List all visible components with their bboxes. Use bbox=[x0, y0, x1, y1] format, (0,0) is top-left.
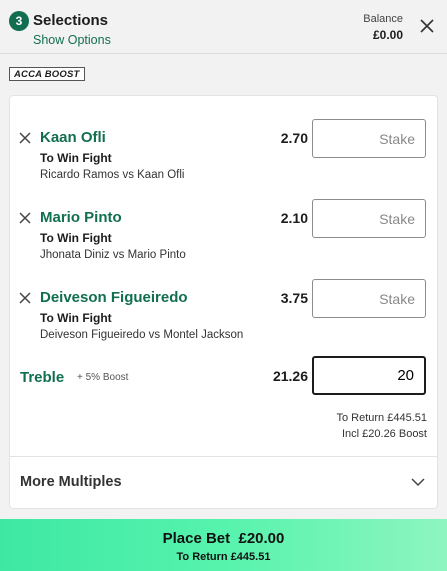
selection-odds: 2.70 bbox=[280, 130, 308, 146]
selection-count-badge: 3 bbox=[9, 11, 29, 31]
remove-selection-icon[interactable] bbox=[19, 132, 31, 144]
treble-odds: 21.26 bbox=[272, 368, 308, 384]
close-icon[interactable] bbox=[419, 18, 435, 34]
stake-input[interactable] bbox=[312, 279, 426, 318]
balance-label: Balance bbox=[363, 13, 403, 25]
treble-boost-label: + 5% Boost bbox=[77, 372, 129, 383]
selection-name: Kaan Ofli bbox=[40, 129, 106, 146]
selection-item: Deiveson Figueiredo To Win Fight Deiveso… bbox=[10, 279, 439, 356]
more-multiples-toggle[interactable]: More Multiples bbox=[10, 457, 437, 509]
selection-item: Kaan Ofli To Win Fight Ricardo Ramos vs … bbox=[10, 119, 439, 196]
treble-stake-input[interactable] bbox=[312, 356, 426, 395]
chevron-down-icon bbox=[411, 478, 425, 487]
remove-selection-icon[interactable] bbox=[19, 212, 31, 224]
stake-input[interactable] bbox=[312, 119, 426, 158]
selection-market: To Win Fight bbox=[40, 311, 112, 325]
selection-event: Ricardo Ramos vs Kaan Ofli bbox=[40, 169, 185, 181]
selection-name: Mario Pinto bbox=[40, 209, 122, 226]
selection-event: Deiveson Figueiredo vs Montel Jackson bbox=[40, 329, 244, 341]
selection-odds: 3.75 bbox=[280, 290, 308, 306]
place-bet-button[interactable]: Place Bet £20.00 To Return £445.51 bbox=[0, 519, 447, 571]
remove-selection-icon[interactable] bbox=[19, 292, 31, 304]
treble-to-return: To Return £445.51 bbox=[336, 412, 427, 424]
selections-title: Selections bbox=[33, 12, 109, 29]
show-options-link[interactable]: Show Options bbox=[33, 33, 111, 47]
treble-incl-boost: Incl £20.26 Boost bbox=[341, 428, 427, 440]
place-bet-label: Place Bet £20.00 bbox=[162, 530, 285, 547]
selection-market: To Win Fight bbox=[40, 231, 112, 245]
selection-name: Deiveson Figueiredo bbox=[40, 289, 188, 306]
betslip-header: 3 Selections Show Options Balance £0.00 bbox=[0, 0, 447, 54]
selection-item: Mario Pinto To Win Fight Jhonata Diniz v… bbox=[10, 199, 439, 276]
place-bet-return: To Return £445.51 bbox=[176, 551, 271, 563]
selection-odds: 2.10 bbox=[280, 210, 308, 226]
treble-label: Treble bbox=[20, 369, 65, 386]
selection-market: To Win Fight bbox=[40, 151, 112, 165]
balance-value: £0.00 bbox=[372, 28, 403, 42]
selections-card: Kaan Ofli To Win Fight Ricardo Ramos vs … bbox=[9, 95, 438, 509]
acca-boost-badge: ACCA BOOST bbox=[9, 67, 85, 81]
selection-event: Jhonata Diniz vs Mario Pinto bbox=[40, 249, 186, 261]
stake-input[interactable] bbox=[312, 199, 426, 238]
more-multiples-label: More Multiples bbox=[20, 474, 122, 490]
